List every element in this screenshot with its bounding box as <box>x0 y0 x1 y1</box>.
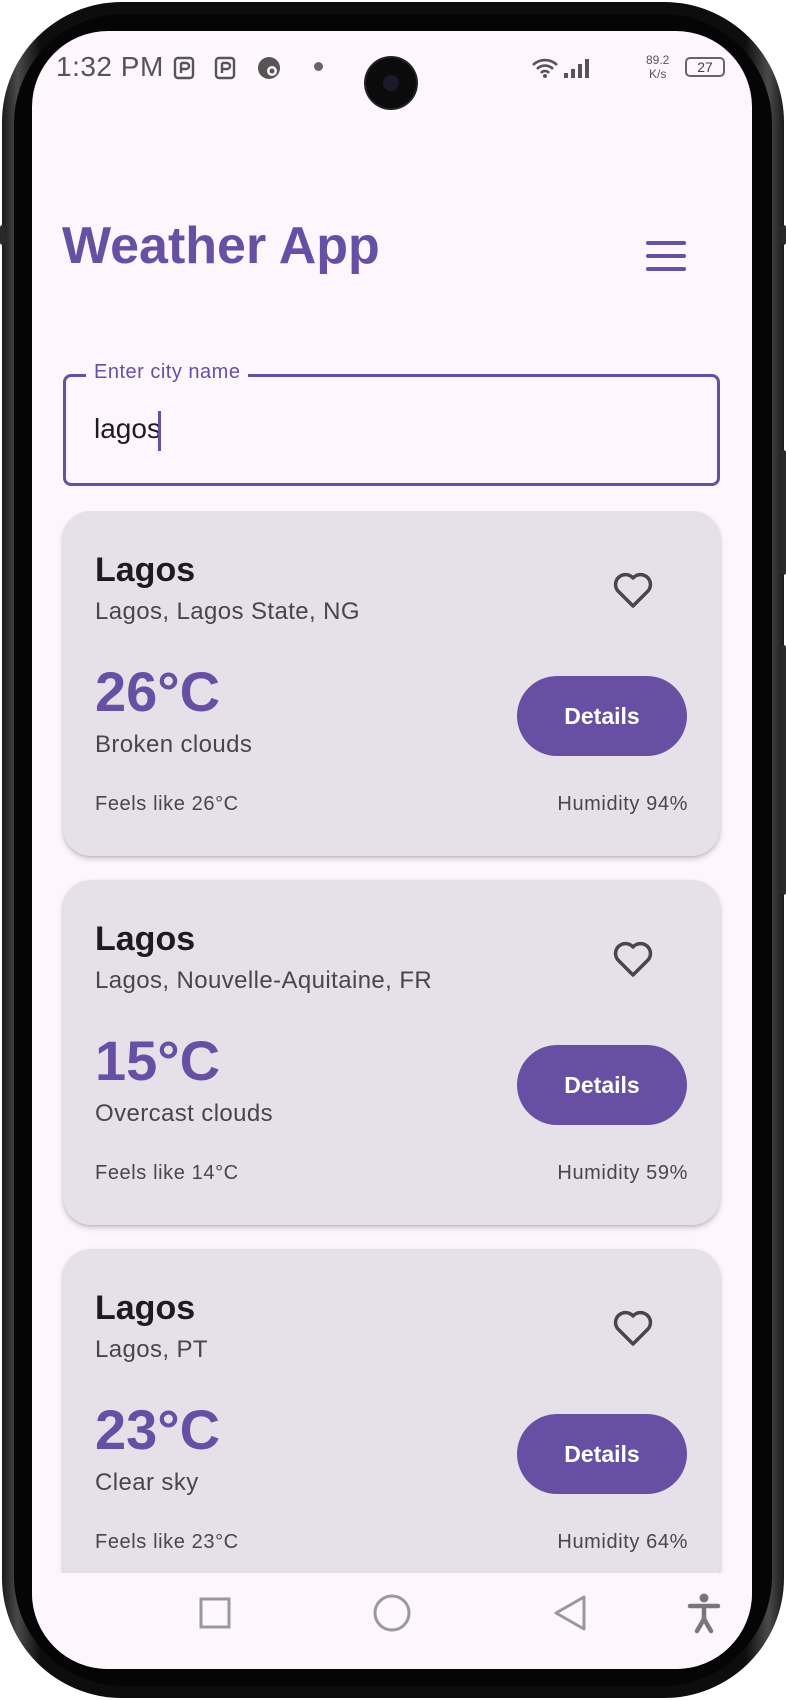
card-feels-like: Feels like 14°C <box>95 1162 239 1184</box>
card-city: Lagos <box>95 551 196 589</box>
accessibility-icon[interactable] <box>664 1573 744 1653</box>
favorite-heart-icon[interactable] <box>609 934 657 982</box>
results-list[interactable]: Lagos Lagos, Lagos State, NG 26°C Broken… <box>32 511 752 1573</box>
card-humidity: Humidity 94% <box>557 793 688 815</box>
notification-p-icon <box>214 55 238 81</box>
card-city: Lagos <box>95 1289 196 1327</box>
city-search-field[interactable]: Enter city name <box>63 361 720 486</box>
wifi-icon <box>530 55 560 81</box>
card-region: Lagos, PT <box>95 1336 208 1363</box>
card-region: Lagos, Nouvelle-Aquitaine, FR <box>95 967 433 994</box>
network-speed-unit: K/s <box>649 67 667 81</box>
recents-square-icon[interactable] <box>175 1573 255 1653</box>
side-button <box>0 225 5 245</box>
card-feels-like: Feels like 26°C <box>95 793 239 815</box>
card-humidity: Humidity 64% <box>557 1531 688 1553</box>
text-caret <box>158 411 161 451</box>
city-search-label: Enter city name <box>86 361 249 384</box>
home-circle-icon[interactable] <box>352 1573 432 1653</box>
card-temperature: 26°C <box>95 660 221 723</box>
notification-p-icon <box>173 55 197 81</box>
weather-card[interactable]: Lagos Lagos, Nouvelle-Aquitaine, FR 15°C… <box>63 880 720 1225</box>
weather-card[interactable]: Lagos Lagos, Lagos State, NG 26°C Broken… <box>63 511 720 856</box>
status-bar: 1:32 PM 89.2 K/s 27 <box>32 31 752 108</box>
card-condition: Overcast clouds <box>95 1100 274 1127</box>
battery-level: 27 <box>697 59 713 75</box>
favorite-heart-icon[interactable] <box>609 565 657 613</box>
notification-app-icon <box>256 55 280 81</box>
signal-icon <box>562 55 592 81</box>
volume-button <box>781 450 786 575</box>
card-temperature: 23°C <box>95 1398 221 1461</box>
card-city: Lagos <box>95 920 196 958</box>
card-feels-like: Feels like 23°C <box>95 1531 239 1553</box>
card-condition: Broken clouds <box>95 731 253 758</box>
card-humidity: Humidity 59% <box>557 1162 688 1184</box>
page-title: Weather App <box>62 217 380 275</box>
front-camera <box>366 58 416 108</box>
details-button[interactable]: Details <box>517 1045 687 1125</box>
weather-card[interactable]: Lagos Lagos, PT 23°C Clear sky Details F… <box>63 1249 720 1573</box>
back-triangle-icon[interactable] <box>530 1573 610 1653</box>
card-condition: Clear sky <box>95 1469 199 1496</box>
details-button[interactable]: Details <box>517 676 687 756</box>
phone-frame: 1:32 PM 89.2 K/s 27 Weather App Enter ci… <box>0 0 786 1700</box>
hamburger-menu-icon[interactable] <box>644 241 688 273</box>
network-speed: 89.2 K/s <box>646 53 669 81</box>
card-temperature: 15°C <box>95 1029 221 1092</box>
network-speed-value: 89.2 <box>646 53 670 67</box>
side-button <box>781 225 786 245</box>
status-time: 1:32 PM <box>56 51 164 82</box>
screen: 1:32 PM 89.2 K/s 27 Weather App Enter ci… <box>32 31 752 1669</box>
details-button[interactable]: Details <box>517 1414 687 1494</box>
card-region: Lagos, Lagos State, NG <box>95 598 360 625</box>
battery-icon: 27 <box>685 57 725 77</box>
city-search-input[interactable] <box>94 407 674 451</box>
favorite-heart-icon[interactable] <box>609 1303 657 1351</box>
system-nav-bar <box>32 1573 752 1669</box>
power-button <box>781 645 786 895</box>
notification-dot <box>314 62 323 71</box>
